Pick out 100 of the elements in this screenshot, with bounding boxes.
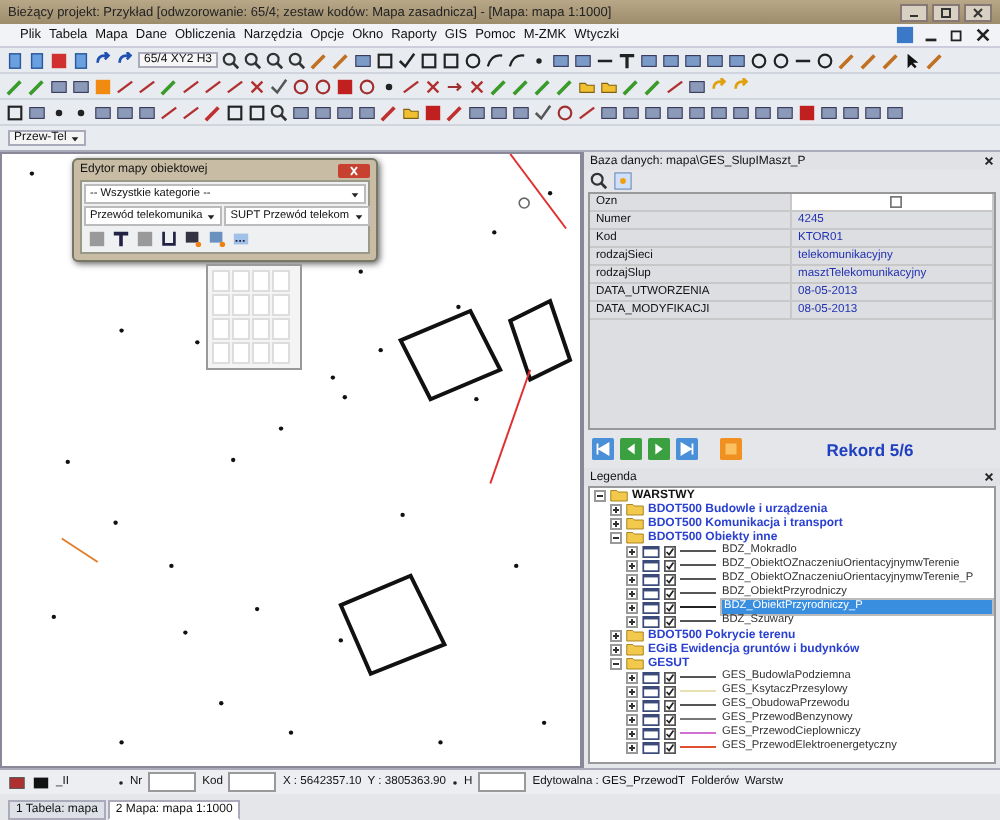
checkbox[interactable]: [889, 196, 901, 208]
circle-icon[interactable]: [772, 51, 791, 69]
maximize-button[interactable]: [932, 3, 960, 21]
pattern-cell[interactable]: [272, 294, 290, 316]
number-field[interactable]: [148, 772, 197, 792]
expander-toggle[interactable]: [626, 671, 638, 683]
checkbox[interactable]: [664, 727, 676, 739]
pattern-cell[interactable]: [212, 270, 230, 292]
checkbox[interactable]: [664, 699, 676, 711]
expander-toggle[interactable]: [626, 587, 638, 599]
check-icon[interactable]: [270, 77, 288, 95]
pattern-cell[interactable]: [212, 342, 230, 364]
table-icon[interactable]: [354, 51, 373, 69]
checkbox[interactable]: [664, 559, 676, 571]
circle-icon[interactable]: [750, 51, 769, 69]
pattern-cell[interactable]: [272, 342, 290, 364]
expander-toggle[interactable]: [626, 573, 638, 585]
expander-toggle[interactable]: [594, 489, 606, 501]
close-icon[interactable]: [984, 156, 994, 166]
curved-arrow-icon[interactable]: [94, 51, 112, 69]
magnifier-icon[interactable]: [222, 51, 241, 69]
circle-icon[interactable]: [816, 51, 835, 69]
checkbox[interactable]: [664, 573, 676, 585]
checkbox[interactable]: [664, 741, 676, 753]
checkbox[interactable]: [664, 615, 676, 627]
restore-icon[interactable]: [948, 26, 966, 44]
pattern-cell[interactable]: [272, 318, 290, 340]
text-icon[interactable]: [112, 230, 130, 248]
circle-icon[interactable]: [464, 51, 483, 69]
pattern-cell[interactable]: [272, 270, 290, 292]
close-icon[interactable]: [974, 26, 992, 44]
magnifier-icon[interactable]: [270, 103, 288, 121]
filled-square-icon[interactable]: [336, 77, 354, 95]
arrow-icon[interactable]: [904, 51, 923, 69]
pattern-cell[interactable]: [232, 270, 250, 292]
close-icon[interactable]: [984, 472, 994, 482]
expander-toggle[interactable]: [610, 643, 622, 655]
checkbox[interactable]: [664, 713, 676, 725]
pencil-icon[interactable]: [204, 103, 222, 121]
checkbox[interactable]: [664, 601, 676, 613]
square-icon[interactable]: [6, 103, 24, 121]
square-icon[interactable]: [442, 51, 461, 69]
square-icon[interactable]: [226, 103, 244, 121]
expander-toggle[interactable]: [626, 685, 638, 697]
filled-square-icon[interactable]: [798, 103, 816, 121]
circle-icon[interactable]: [292, 77, 310, 95]
expander-toggle[interactable]: [610, 503, 622, 515]
curved-arrow-icon[interactable]: [116, 51, 134, 69]
square-icon[interactable]: [248, 103, 266, 121]
expander-toggle[interactable]: [610, 657, 622, 669]
filled-square-icon[interactable]: [424, 103, 442, 121]
pattern-cell[interactable]: [212, 294, 230, 316]
checkbox[interactable]: [664, 671, 676, 683]
expander-toggle[interactable]: [626, 559, 638, 571]
pattern-icon[interactable]: [232, 230, 250, 248]
next-record-button[interactable]: [648, 438, 670, 460]
pencil-icon[interactable]: [380, 103, 398, 121]
expander-toggle[interactable]: [626, 545, 638, 557]
check-icon[interactable]: [534, 103, 552, 121]
pattern-cell[interactable]: [252, 318, 270, 340]
expander-toggle[interactable]: [610, 517, 622, 529]
minimize-button[interactable]: [900, 3, 928, 21]
expander-toggle[interactable]: [626, 615, 638, 627]
expander-toggle[interactable]: [626, 727, 638, 739]
frame-icon[interactable]: [160, 230, 178, 248]
expander-toggle[interactable]: [610, 629, 622, 641]
pattern-cell[interactable]: [232, 318, 250, 340]
expander-toggle[interactable]: [626, 601, 638, 613]
pattern-cell[interactable]: [252, 342, 270, 364]
text-icon[interactable]: [618, 51, 637, 69]
magnifier-icon[interactable]: [288, 51, 307, 69]
checkbox[interactable]: [664, 685, 676, 697]
arrow-icon[interactable]: [446, 77, 464, 95]
circle-icon[interactable]: [358, 77, 376, 95]
star-icon[interactable]: [614, 172, 632, 190]
filled-square-icon[interactable]: [50, 51, 68, 69]
code-field[interactable]: [228, 772, 277, 792]
checkbox[interactable]: [664, 545, 676, 557]
pencil-icon[interactable]: [160, 77, 178, 95]
magnifier-icon[interactable]: [590, 172, 608, 190]
last-record-button[interactable]: [676, 438, 698, 460]
expander-toggle[interactable]: [626, 713, 638, 725]
page-icon[interactable]: [72, 51, 90, 69]
pattern-cell[interactable]: [252, 294, 270, 316]
pattern-cell[interactable]: [252, 270, 270, 292]
globe-icon[interactable]: [896, 26, 914, 44]
magnifier-icon[interactable]: [266, 51, 285, 69]
circle-icon[interactable]: [314, 77, 332, 95]
expander-toggle[interactable]: [610, 531, 622, 543]
height-field[interactable]: [478, 772, 527, 792]
expander-toggle[interactable]: [626, 699, 638, 711]
close-button[interactable]: [964, 3, 992, 21]
expander-toggle[interactable]: [626, 741, 638, 753]
cross-icon[interactable]: [424, 77, 442, 95]
pattern-cell[interactable]: [212, 318, 230, 340]
fill-icon[interactable]: [184, 230, 202, 248]
circle-icon[interactable]: [556, 103, 574, 121]
previous-record-button[interactable]: [620, 438, 642, 460]
close-button[interactable]: [338, 163, 370, 177]
square-icon[interactable]: [420, 51, 439, 69]
